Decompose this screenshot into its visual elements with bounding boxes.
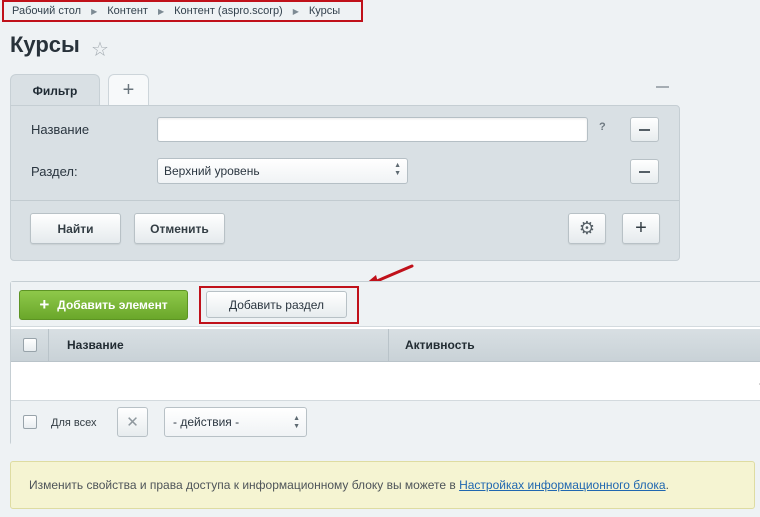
breadcrumb-arrow-icon: ▶ bbox=[157, 6, 165, 16]
breadcrumb: Рабочий стол ▶ Контент ▶ Контент (aspro.… bbox=[2, 0, 363, 22]
help-icon[interactable]: ? bbox=[599, 121, 606, 133]
remove-section-field-button[interactable] bbox=[630, 159, 659, 184]
for-all-checkbox[interactable] bbox=[23, 415, 37, 429]
iblock-settings-link[interactable]: Настройках информационного блока bbox=[459, 478, 666, 492]
plus-icon: + bbox=[635, 217, 647, 239]
remove-name-field-button[interactable] bbox=[630, 117, 659, 142]
add-filter-tab-button[interactable]: + bbox=[108, 74, 149, 105]
list-footer: Для всех ✕ - действия - ▲ ▼ bbox=[11, 400, 760, 445]
name-input[interactable] bbox=[157, 117, 588, 142]
breadcrumb-arrow-icon: ▶ bbox=[91, 6, 98, 16]
gear-icon: ⚙ bbox=[578, 218, 596, 238]
actions-select[interactable]: - действия - ▲ ▼ bbox=[164, 407, 307, 437]
table-header: Название Активность bbox=[11, 329, 760, 362]
for-all-label: Для всех bbox=[51, 417, 97, 429]
page-title: Курсы bbox=[10, 32, 80, 57]
header-checkbox-cell bbox=[11, 329, 49, 362]
breadcrumb-item-desktop[interactable]: Рабочий стол bbox=[12, 5, 81, 17]
collapse-icon[interactable] bbox=[656, 86, 669, 88]
info-notice: Изменить свойства и права доступа к инфо… bbox=[10, 461, 755, 509]
column-divider bbox=[388, 329, 389, 362]
filter-settings-button[interactable]: ⚙ bbox=[568, 213, 606, 244]
section-select-value: Верхний уровень bbox=[164, 164, 260, 178]
filter-divider bbox=[11, 200, 679, 201]
element-list: + Добавить элемент Добавить раздел Назва… bbox=[10, 281, 760, 445]
add-section-button[interactable]: Добавить раздел bbox=[206, 291, 347, 318]
section-label: Раздел: bbox=[31, 164, 78, 179]
breadcrumb-item-content-scorp[interactable]: Контент (aspro.scorp) bbox=[174, 5, 283, 17]
find-button[interactable]: Найти bbox=[30, 213, 121, 244]
actions-select-value: - действия - bbox=[173, 415, 240, 429]
cancel-button[interactable]: Отменить bbox=[134, 213, 225, 244]
plus-icon: + bbox=[39, 295, 50, 314]
star-icon[interactable]: ☆ bbox=[91, 37, 109, 62]
list-toolbar: + Добавить элемент Добавить раздел bbox=[11, 282, 760, 327]
add-element-button[interactable]: + Добавить элемент bbox=[19, 290, 188, 320]
plus-icon: + bbox=[122, 78, 135, 101]
column-header-active[interactable]: Активность bbox=[405, 338, 475, 352]
add-filter-field-button[interactable]: + bbox=[622, 213, 660, 244]
close-icon: ✕ bbox=[126, 414, 139, 431]
breadcrumb-item-content[interactable]: Контент bbox=[107, 5, 148, 17]
breadcrumb-arrow-icon: ▶ bbox=[292, 6, 299, 16]
breadcrumb-item-courses[interactable]: Курсы bbox=[309, 5, 340, 17]
minus-icon bbox=[639, 170, 650, 173]
notice-suffix: . bbox=[665, 478, 669, 492]
add-element-label: Добавить элемент bbox=[57, 298, 168, 312]
select-arrows-icon: ▲ ▼ bbox=[293, 415, 300, 430]
tab-filter[interactable]: Фильтр bbox=[10, 74, 100, 106]
delete-button[interactable]: ✕ bbox=[117, 407, 148, 437]
filter-panel: Название ? Раздел: Верхний уровень ▲ ▼ На… bbox=[10, 105, 680, 261]
select-arrows-icon: ▲ ▼ bbox=[394, 162, 401, 177]
name-label: Название bbox=[31, 122, 90, 137]
minus-icon bbox=[639, 128, 650, 131]
highlight-box: Добавить раздел bbox=[199, 286, 359, 324]
select-all-checkbox[interactable] bbox=[23, 338, 37, 352]
column-header-name[interactable]: Название bbox=[67, 338, 124, 352]
section-select[interactable]: Верхний уровень ▲ ▼ bbox=[157, 158, 408, 184]
notice-text: Изменить свойства и права доступа к инфо… bbox=[29, 478, 460, 492]
